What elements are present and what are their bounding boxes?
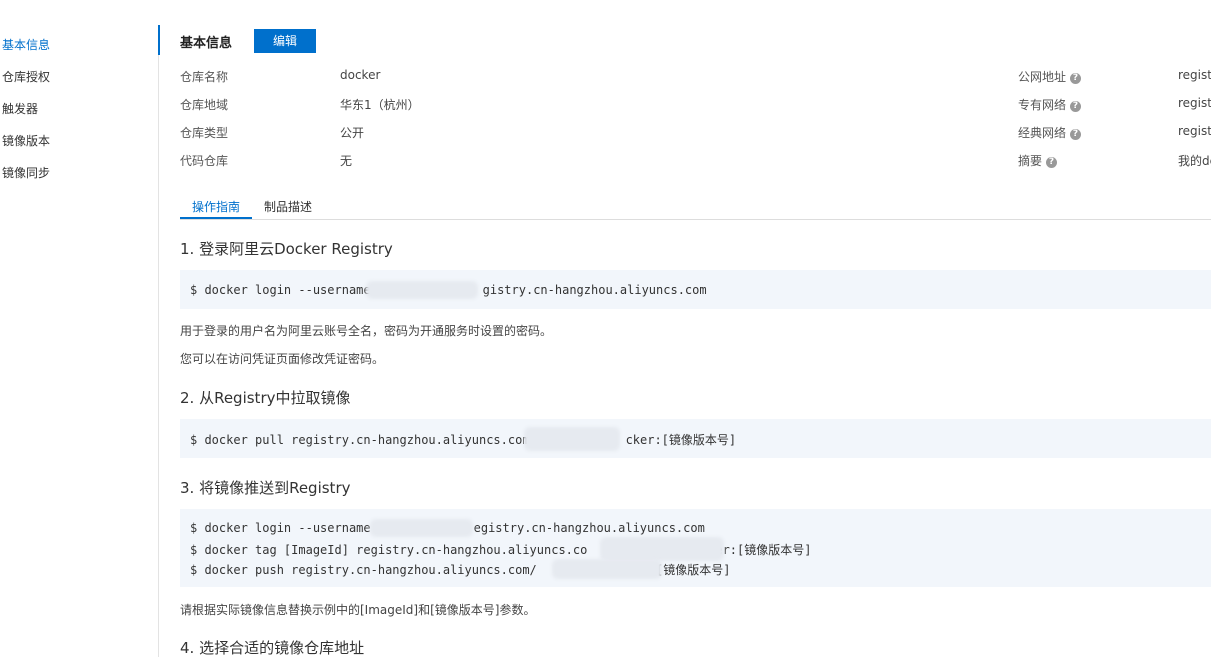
tab-product-description[interactable]: 制品描述 — [264, 198, 312, 215]
sidebar-item-image-sync[interactable]: 镜像同步 — [2, 164, 50, 181]
sidebar-item-basic-info[interactable]: 基本信息 — [2, 36, 50, 53]
sidebar-item-triggers[interactable]: 触发器 — [2, 100, 38, 117]
step3-note: 请根据实际镜像信息替换示例中的[ImageId]和[镜像版本号]参数。 — [180, 603, 536, 617]
redaction-blur — [370, 519, 473, 537]
redaction-blur — [366, 281, 478, 299]
summary-field: 摘要? — [1018, 152, 1058, 169]
page-title: 基本信息 — [180, 36, 233, 51]
edit-button[interactable]: 编辑 — [254, 29, 316, 53]
step1-code-block[interactable]: $ docker login --username gistry.cn-hangz… — [180, 270, 1211, 309]
vpc-address-value: registr — [1178, 96, 1211, 110]
code-repo-label: 代码仓库 — [180, 154, 229, 168]
step3-code-block[interactable]: $ docker login --username egistry.cn-hang… — [180, 509, 1211, 587]
tab-operation-guide[interactable]: 操作指南 — [192, 198, 240, 215]
step2-command-line: $ docker pull registry.cn-hangzhou.aliyu… — [190, 431, 736, 448]
code-text: $ docker tag [ImageId] registry.cn-hangz… — [190, 543, 588, 557]
classic-address-field: 经典网络? — [1018, 124, 1082, 141]
redaction-blur — [600, 537, 724, 561]
summary-value: 我的dc — [1178, 154, 1211, 168]
code-text: egistry.cn-hangzhou.aliyuncs.com — [473, 521, 705, 535]
region-value: 华东1（杭州） — [340, 98, 420, 112]
tab-bar: 操作指南 制品描述 — [180, 193, 1211, 220]
redaction-blur — [524, 427, 620, 451]
help-icon[interactable]: ? — [1070, 129, 1082, 140]
repo-name-label: 仓库名称 — [180, 70, 229, 84]
sidebar-item-repo-auth[interactable]: 仓库授权 — [2, 68, 50, 85]
help-icon[interactable]: ? — [1070, 101, 1082, 112]
code-text: $ docker login --username — [190, 521, 371, 535]
summary-label: 摘要 — [1018, 154, 1043, 168]
vpc-address-field: 专有网络? — [1018, 96, 1082, 113]
step3-title: 3. 将镜像推送到Registry — [180, 479, 351, 497]
section-header: 基本信息 编辑 — [158, 25, 560, 55]
region-label: 仓库地域 — [180, 98, 229, 112]
public-address-value: registr — [1178, 68, 1211, 82]
step1-title: 1. 登录阿里云Docker Registry — [180, 240, 393, 258]
code-text: $ docker pull registry.cn-hangzhou.aliyu… — [190, 433, 530, 447]
code-text: er:[镜像版本号] — [715, 543, 812, 557]
step4-title: 4. 选择合适的镜像仓库地址 — [180, 639, 365, 657]
redaction-blur — [552, 559, 662, 579]
code-repo-value: 无 — [340, 154, 353, 168]
step2-title: 2. 从Registry中拉取镜像 — [180, 389, 351, 407]
repo-name-value: docker — [340, 68, 381, 82]
code-text: gistry.cn-hangzhou.aliyuncs.com — [482, 283, 707, 297]
vpc-address-label: 专有网络 — [1018, 98, 1067, 112]
step1-note-1: 用于登录的用户名为阿里云账号全名，密码为开通服务时设置的密码。 — [180, 324, 553, 338]
code-text: cker:[镜像版本号] — [625, 433, 737, 447]
classic-address-label: 经典网络 — [1018, 126, 1067, 140]
help-icon[interactable]: ? — [1070, 73, 1082, 84]
code-text: $ docker push registry.cn-hangzhou.aliyu… — [190, 563, 537, 577]
classic-address-value: registr — [1178, 124, 1211, 138]
help-icon[interactable]: ? — [1046, 157, 1058, 168]
sidebar: 基本信息 仓库授权 触发器 镜像版本 镜像同步 — [0, 25, 159, 657]
public-address-field: 公网地址? — [1018, 68, 1082, 85]
code-text: $ docker login --username — [190, 283, 371, 297]
step1-note-2: 您可以在访问凭证页面修改凭证密码。 — [180, 352, 385, 366]
repo-type-label: 仓库类型 — [180, 126, 229, 140]
main-content: 基本信息 编辑 仓库名称 docker 仓库地域 华东1（杭州） 仓库类型 公开… — [158, 25, 1211, 657]
repo-type-value: 公开 — [340, 126, 365, 140]
public-address-label: 公网地址 — [1018, 70, 1067, 84]
sidebar-item-image-versions[interactable]: 镜像版本 — [2, 132, 50, 149]
step2-code-block[interactable]: $ docker pull registry.cn-hangzhou.aliyu… — [180, 419, 1211, 458]
active-tab-indicator — [180, 217, 252, 219]
